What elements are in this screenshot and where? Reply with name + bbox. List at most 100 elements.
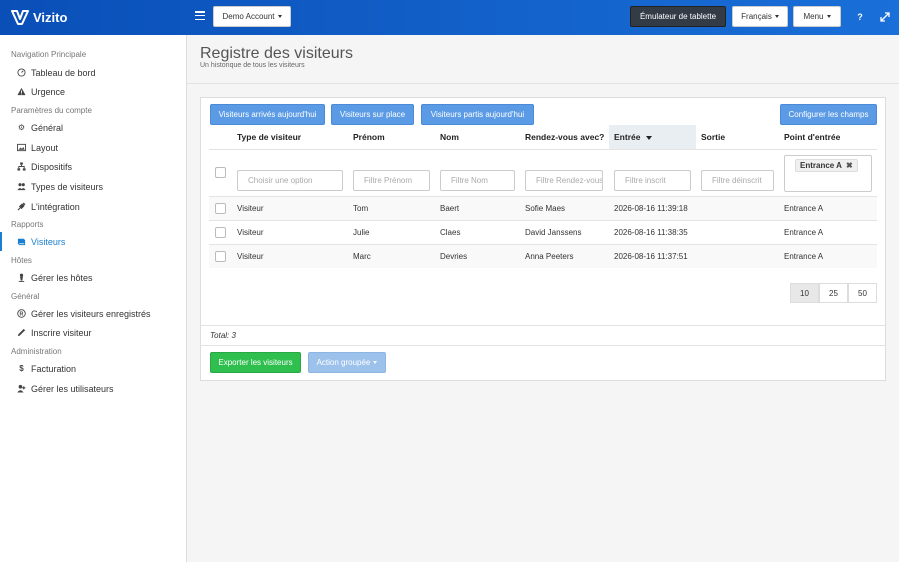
lastname-filter-input[interactable]: Filtre Nom	[440, 170, 515, 191]
sidebar-item-label: Gérer les visiteurs enregistrés	[31, 308, 151, 319]
language-label: Français	[741, 12, 772, 21]
sidebar-item-visitor-types[interactable]: Types de visiteurs	[0, 177, 186, 196]
bulk-action-label: Action groupée	[316, 358, 371, 367]
sidebar-item-dashboard[interactable]: Tableau de bord	[0, 63, 186, 82]
sidebar-section-hosts: Hôtes	[11, 256, 32, 265]
sidebar-item-layout[interactable]: Layout	[0, 138, 186, 157]
page-subtitle: Un historique de tous les visiteurs	[200, 62, 305, 69]
users-icon	[17, 182, 26, 191]
sitemap-icon	[17, 162, 26, 171]
dashboard-icon	[17, 68, 26, 77]
sidebar-item-label: Visiteurs	[31, 236, 66, 247]
cell-firstname: Tom	[353, 204, 369, 213]
sidebar-item-label: Types de visiteurs	[31, 181, 104, 192]
sidebar-item-integration[interactable]: L'intégration	[0, 197, 186, 216]
sidebar-item-billing[interactable]: $ Facturation	[0, 359, 186, 378]
cell-host: David Janssens	[525, 228, 582, 237]
arrived-today-button[interactable]: Visiteurs arrivés aujourd'hui	[210, 104, 325, 125]
dollar-icon: $	[19, 364, 24, 373]
fullscreen-icon[interactable]	[880, 12, 890, 22]
column-header-entry-label: Entrée	[614, 132, 641, 142]
left-today-button[interactable]: Visiteurs partis aujourd'hui	[421, 104, 534, 125]
hamburger-menu-icon[interactable]	[195, 11, 205, 21]
sidebar-item-manage-users[interactable]: Gérer les utilisateurs	[0, 379, 186, 398]
book-icon	[17, 237, 26, 246]
sidebar-item-general-settings[interactable]: ⚙ Général	[0, 118, 186, 137]
cell-firstname: Marc	[353, 252, 371, 261]
exit-filter-input[interactable]: Filtre déinscrit	[701, 170, 774, 191]
export-visitors-button[interactable]: Exporter les visiteurs	[210, 352, 301, 373]
sidebar-section-administration: Administration	[11, 347, 62, 356]
remove-tag-icon[interactable]: ✖	[846, 161, 853, 170]
cell-lastname: Devries	[440, 252, 468, 261]
type-filter-select[interactable]: Choisir une option	[237, 170, 343, 191]
sidebar-item-label: Dispositifs	[31, 161, 73, 172]
column-header-firstname[interactable]: Prénom	[353, 132, 385, 142]
sidebar-item-emergency[interactable]: Urgence	[0, 82, 186, 101]
header-divider-line	[209, 149, 877, 150]
top-navbar: Vizito Demo Account Émulateur de tablett…	[0, 0, 899, 35]
column-header-type[interactable]: Type de visiteur	[237, 132, 301, 142]
sidebar-item-visitors[interactable]: Visiteurs	[0, 232, 186, 251]
cell-lastname: Claes	[440, 228, 461, 237]
chevron-down-icon	[277, 15, 282, 18]
page-size-10[interactable]: 10	[790, 283, 819, 303]
column-header-exit[interactable]: Sortie	[701, 132, 725, 142]
column-header-entry-point[interactable]: Point d'entrée	[784, 132, 840, 142]
entry-point-filter-tag: Entrance A ✖	[795, 159, 858, 172]
app-logo[interactable]: Vizito	[11, 9, 67, 25]
sidebar-item-register-visitor[interactable]: Inscrire visiteur	[0, 323, 186, 342]
svg-text:R: R	[20, 311, 24, 317]
total-count: Total: 3	[210, 331, 236, 340]
cell-entry: 2026-08-16 11:39:18	[614, 204, 688, 213]
entry-filter-input[interactable]: Filtre inscrit	[614, 170, 691, 191]
account-label: Demo Account	[222, 12, 275, 21]
row-checkbox[interactable]	[215, 203, 226, 214]
registered-icon: R	[17, 309, 26, 318]
image-icon	[17, 143, 26, 152]
sidebar-item-label: Layout	[31, 142, 59, 153]
firstname-filter-input[interactable]: Filtre Prénom	[353, 170, 430, 191]
sidebar-item-label: Facturation	[31, 363, 77, 374]
language-dropdown-button[interactable]: Français	[732, 6, 788, 27]
sidebar-item-label: Tableau de bord	[31, 67, 96, 78]
sidebar-section-main: Navigation Principale	[11, 50, 87, 59]
cell-host: Anna Peeters	[525, 252, 574, 261]
chevron-down-icon	[826, 15, 831, 18]
host-icon	[17, 273, 26, 282]
sidebar-item-label: Général	[31, 122, 64, 133]
cell-lastname: Baert	[440, 204, 460, 213]
row-checkbox[interactable]	[215, 227, 226, 238]
page-size-25[interactable]: 25	[819, 283, 848, 303]
menu-dropdown-button[interactable]: Menu	[793, 6, 841, 27]
sidebar-item-label: Gérer les utilisateurs	[31, 383, 114, 394]
host-filter-input[interactable]: Filtre Rendez-vous	[525, 170, 603, 191]
sidebar-item-devices[interactable]: Dispositifs	[0, 157, 186, 176]
account-dropdown-button[interactable]: Demo Account	[213, 6, 291, 27]
column-header-entry[interactable]: Entrée	[614, 132, 653, 142]
column-header-host[interactable]: Rendez-vous avec?	[525, 132, 604, 142]
cell-entry-point: Entrance A	[784, 228, 824, 237]
footer-divider	[200, 345, 886, 346]
cell-type: Visiteur	[237, 228, 264, 237]
menu-label: Menu	[803, 12, 824, 21]
sidebar-section-general: Général	[11, 292, 40, 301]
column-header-lastname[interactable]: Nom	[440, 132, 459, 142]
cell-entry: 2026-08-16 11:38:35	[614, 228, 688, 237]
help-icon[interactable]: ?	[855, 12, 865, 22]
select-all-checkbox[interactable]	[215, 167, 226, 178]
sort-descending-icon	[646, 135, 653, 140]
row-checkbox[interactable]	[215, 251, 226, 262]
tablet-emulator-button[interactable]: Émulateur de tablette	[630, 6, 726, 27]
sidebar-item-label: Urgence	[31, 86, 66, 97]
cell-entry-point: Entrance A	[784, 252, 824, 261]
header-divider	[187, 83, 899, 84]
page-size-50[interactable]: 50	[848, 283, 877, 303]
configure-fields-button[interactable]: Configurer les champs	[780, 104, 877, 125]
cell-host: Sofie Maes	[525, 204, 566, 213]
bulk-action-button[interactable]: Action groupée	[308, 352, 386, 373]
on-site-button[interactable]: Visiteurs sur place	[331, 104, 414, 125]
sidebar-item-registered-visitors[interactable]: R Gérer les visiteurs enregistrés	[0, 304, 186, 323]
plug-icon	[17, 202, 26, 211]
sidebar-item-manage-hosts[interactable]: Gérer les hôtes	[0, 268, 186, 287]
